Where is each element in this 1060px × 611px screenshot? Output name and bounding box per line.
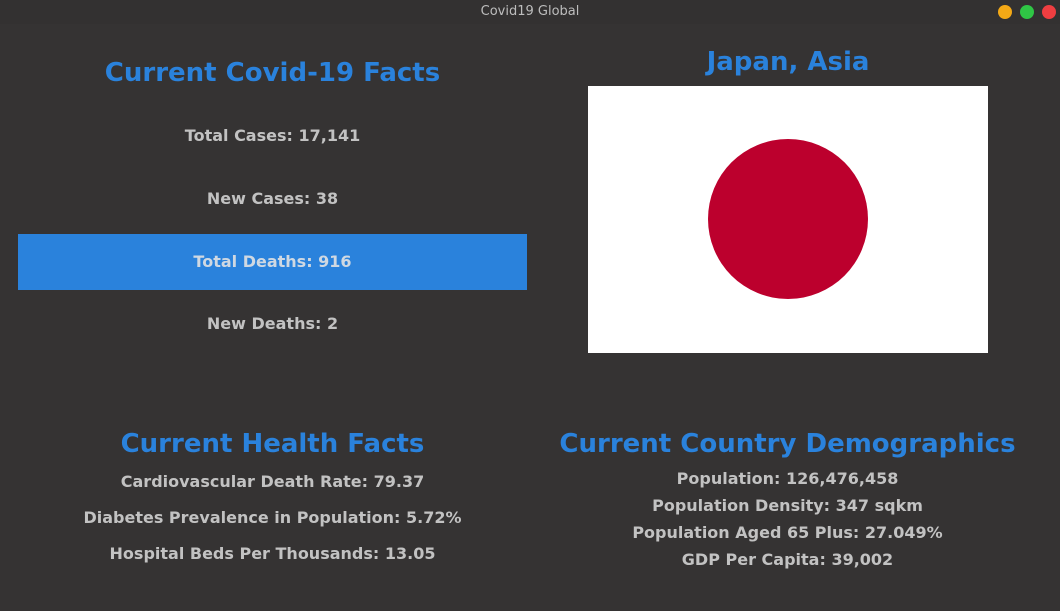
demo-gdp: GDP Per Capita: 39,002 (681, 550, 894, 569)
health-beds: Hospital Beds Per Thousands: 13.05 (109, 544, 436, 563)
demo-aged65: Population Aged 65 Plus: 27.049% (632, 523, 943, 542)
list-item-new-deaths[interactable]: New Deaths: 2 (18, 296, 527, 352)
flag-disc (708, 139, 868, 299)
maximize-button[interactable] (1020, 5, 1034, 19)
close-button[interactable] (1042, 5, 1056, 19)
health-diabetes: Diabetes Prevalence in Population: 5.72% (83, 508, 462, 527)
window-title: Covid19 Global (480, 4, 580, 19)
title-bar: Covid19 Global (0, 0, 1060, 24)
health-cardio: Cardiovascular Death Rate: 79.37 (120, 472, 425, 491)
demo-density: Population Density: 347 sqkm (652, 496, 923, 515)
demographics-heading: Current Country Demographics (559, 429, 1016, 459)
list-item-total-deaths[interactable]: Total Deaths: 916 (18, 234, 527, 290)
country-heading: Japan, Asia (706, 47, 870, 77)
japan-flag-icon (588, 86, 988, 353)
health-facts-heading: Current Health Facts (120, 429, 425, 459)
list-item-new-cases[interactable]: New Cases: 38 (18, 171, 527, 227)
demo-population: Population: 126,476,458 (676, 469, 899, 488)
list-item-total-cases[interactable]: Total Cases: 17,141 (18, 108, 527, 164)
minimize-button[interactable] (998, 5, 1012, 19)
covid-facts-heading: Current Covid-19 Facts (104, 58, 441, 88)
